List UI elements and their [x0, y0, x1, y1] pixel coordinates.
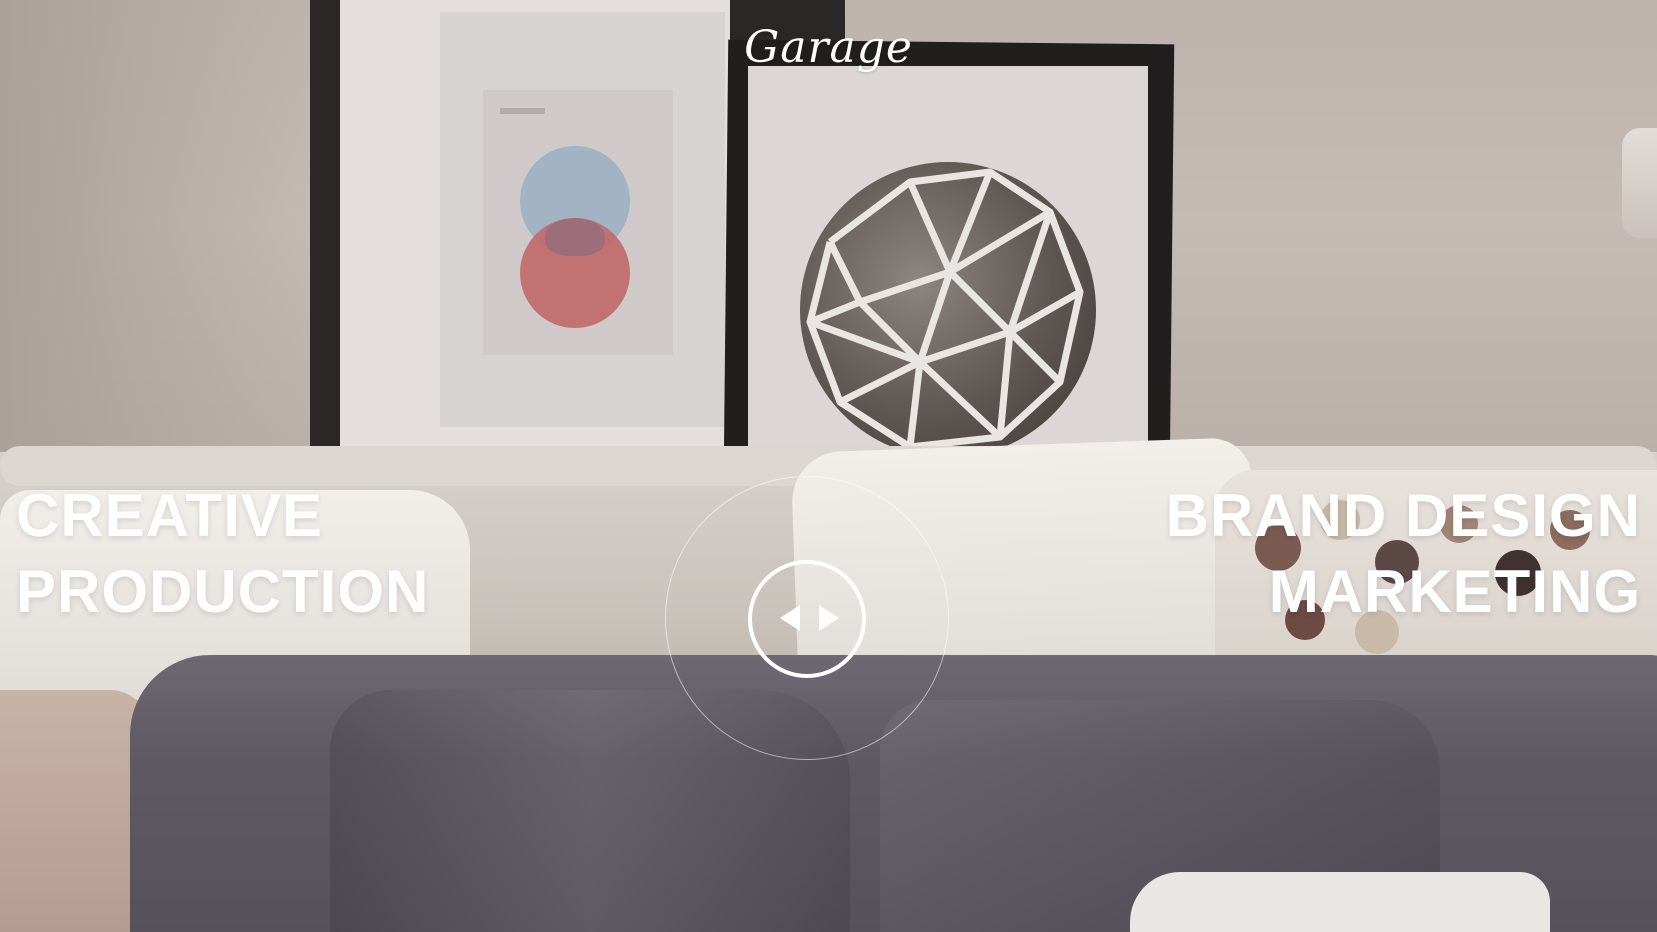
creative-production-heading[interactable]: CREATIVE PRODUCTION — [16, 478, 429, 630]
white-sheet — [1130, 872, 1550, 932]
geometric-sphere-artwork — [800, 162, 1096, 458]
brand-design-marketing-heading[interactable]: BRAND DESIGN MARKETING — [1166, 478, 1641, 630]
heading-line: MARKETING — [1268, 558, 1641, 625]
wall-decoration — [1622, 128, 1657, 238]
print-caption-mark — [500, 108, 545, 114]
brand-logo[interactable]: Garage — [0, 22, 1657, 73]
slider-handle-button[interactable] — [748, 560, 866, 678]
arm — [0, 690, 150, 932]
heading-line: PRODUCTION — [16, 558, 430, 625]
arrow-right-icon — [819, 605, 839, 631]
wall-shadow — [0, 0, 320, 500]
arrow-left-icon — [780, 605, 800, 631]
hero-background-photo — [0, 0, 1657, 932]
heading-line: CREATIVE — [16, 482, 323, 549]
circle-overlap-artwork — [545, 218, 605, 256]
heading-line: BRAND DESIGN — [1165, 482, 1641, 549]
